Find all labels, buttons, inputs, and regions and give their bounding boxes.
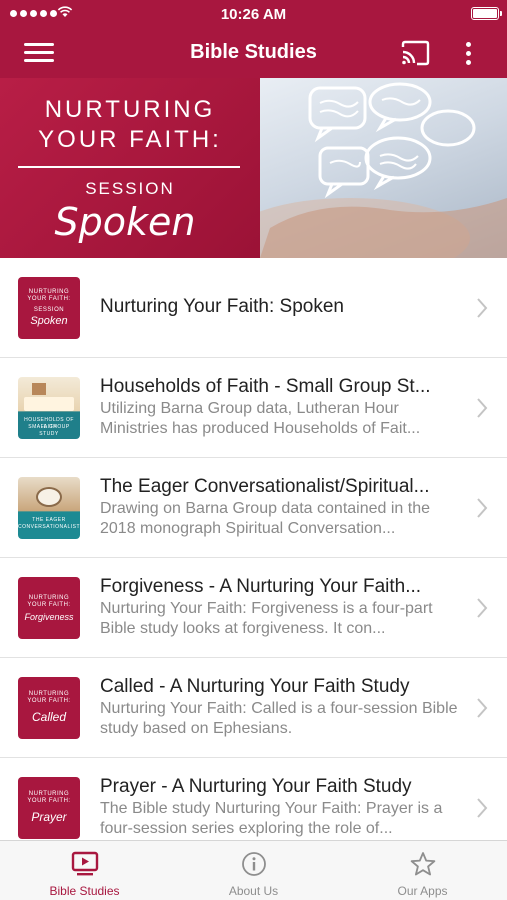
more-vertical-icon[interactable] [458, 39, 478, 67]
thumbnail-name: Forgiveness [24, 612, 74, 622]
banner-session-name: Spoken [54, 200, 196, 244]
chevron-right-icon [477, 798, 488, 818]
chevron-right-icon [477, 498, 488, 518]
thumbnail-text: THE EAGER CONVERSATIONALIST [18, 517, 80, 530]
featured-banner[interactable]: NURTURING YOUR FAITH: SESSION Spoken [0, 78, 507, 258]
thumbnail-text: YOUR FAITH: [27, 698, 71, 704]
thumbnail-text: NURTURING [28, 791, 70, 797]
speech-bubbles-illustration [260, 82, 507, 258]
list-item-title: The Eager Conversationalist/Spiritual... [100, 476, 430, 497]
tab-about-us[interactable]: About Us [169, 841, 338, 900]
chevron-right-icon [477, 298, 488, 318]
thumbnail-text: NURTURING [28, 595, 70, 601]
thumbnail-text: YOUR FAITH: [27, 798, 71, 804]
list-item-title: Prayer - A Nurturing Your Faith Study [100, 776, 412, 797]
tab-our-apps[interactable]: Our Apps [338, 841, 507, 900]
coffee-cup-image [36, 487, 62, 507]
chevron-right-icon [477, 698, 488, 718]
list-item-description: The Bible study Nurturing Your Faith: Pr… [100, 800, 443, 837]
tab-bar: Bible Studies About Us Our Apps [0, 840, 507, 900]
study-thumbnail: THE EAGER CONVERSATIONALIST [18, 477, 80, 539]
tab-label: Bible Studies [49, 884, 120, 898]
cast-icon[interactable] [400, 40, 430, 66]
banner-line1: NURTURING [44, 96, 216, 123]
study-list: NURTURING YOUR FAITH: SESSION Spoken Nur… [0, 258, 507, 840]
list-item[interactable]: THE EAGER CONVERSATIONALIST The Eager Co… [0, 458, 507, 558]
list-item-text: The Eager Conversationalist/Spiritual...… [100, 475, 460, 539]
study-thumbnail: NURTURING YOUR FAITH: Called [18, 677, 80, 739]
status-time: 10:26 AM [220, 6, 287, 23]
thumbnail-text: NURTURING [28, 691, 70, 697]
banner-line2: YOUR FAITH: [38, 126, 222, 153]
banner-session-label: SESSION [85, 179, 175, 198]
video-player-icon [71, 851, 99, 876]
list-item[interactable]: NURTURING YOUR FAITH: Called Called - A … [0, 658, 507, 758]
thumbnail-name: Called [31, 710, 67, 724]
banner-divider [18, 166, 240, 168]
list-item[interactable]: NURTURING YOUR FAITH: Prayer Prayer - A … [0, 758, 507, 840]
list-item-text: Nurturing Your Faith: Spoken [100, 295, 460, 319]
thumbnail-text: YOUR FAITH: [27, 296, 71, 302]
list-item-title: Nurturing Your Faith: Spoken [100, 296, 344, 317]
list-item-text: Prayer - A Nurturing Your Faith Study Th… [100, 775, 460, 839]
thumbnail-text: SESSION [33, 307, 65, 313]
list-item[interactable]: HOUSEHOLDS OF FAITH SMALL GROUP STUDY Ho… [0, 358, 507, 458]
study-thumbnail: NURTURING YOUR FAITH: SESSION Spoken [18, 277, 80, 339]
thumbnail-name: Prayer [31, 810, 67, 824]
thumbnail-text: SMALL GROUP STUDY [28, 424, 70, 437]
list-item-title: Called - A Nurturing Your Faith Study [100, 676, 410, 697]
battery-icon [471, 7, 502, 20]
list-item-text: Called - A Nurturing Your Faith Study Nu… [100, 675, 460, 739]
list-item-description: Utilizing Barna Group data, Lutheran Hou… [100, 400, 421, 437]
list-item[interactable]: NURTURING YOUR FAITH: Forgiveness Forgiv… [0, 558, 507, 658]
list-item-description: Nurturing Your Faith: Called is a four-s… [100, 700, 458, 737]
page-title: Bible Studies [190, 41, 317, 63]
tab-label: Our Apps [397, 884, 448, 898]
study-thumbnail: NURTURING YOUR FAITH: Forgiveness [18, 577, 80, 639]
tab-label: About Us [228, 884, 279, 898]
thumbnail-text: YOUR FAITH: [27, 602, 71, 608]
list-item[interactable]: NURTURING YOUR FAITH: SESSION Spoken Nur… [0, 258, 507, 358]
chevron-right-icon [477, 398, 488, 418]
thumbnail-text: NURTURING [28, 289, 70, 295]
book-image [24, 397, 74, 411]
list-item-text: Households of Faith - Small Group St... … [100, 375, 460, 439]
list-item-description: Drawing on Barna Group data contained in… [100, 500, 430, 537]
star-outline-icon [410, 852, 436, 876]
study-thumbnail: HOUSEHOLDS OF FAITH SMALL GROUP STUDY [18, 377, 80, 439]
info-circle-icon [242, 852, 266, 876]
chevron-right-icon [477, 598, 488, 618]
thumbnail-name: Spoken [30, 315, 68, 327]
list-item-description: Nurturing Your Faith: Forgiveness is a f… [100, 600, 433, 637]
status-bar: 10:26 AM [0, 0, 507, 28]
navigation-bar: Bible Studies [0, 28, 507, 78]
study-thumbnail: NURTURING YOUR FAITH: Prayer [18, 777, 80, 839]
list-item-title: Forgiveness - A Nurturing Your Faith... [100, 576, 422, 597]
house-image [32, 383, 46, 395]
list-item-text: Forgiveness - A Nurturing Your Faith... … [100, 575, 460, 639]
list-item-title: Households of Faith - Small Group St... [100, 376, 431, 397]
tab-bible-studies[interactable]: Bible Studies [0, 841, 169, 900]
hamburger-menu-icon[interactable] [24, 42, 54, 64]
